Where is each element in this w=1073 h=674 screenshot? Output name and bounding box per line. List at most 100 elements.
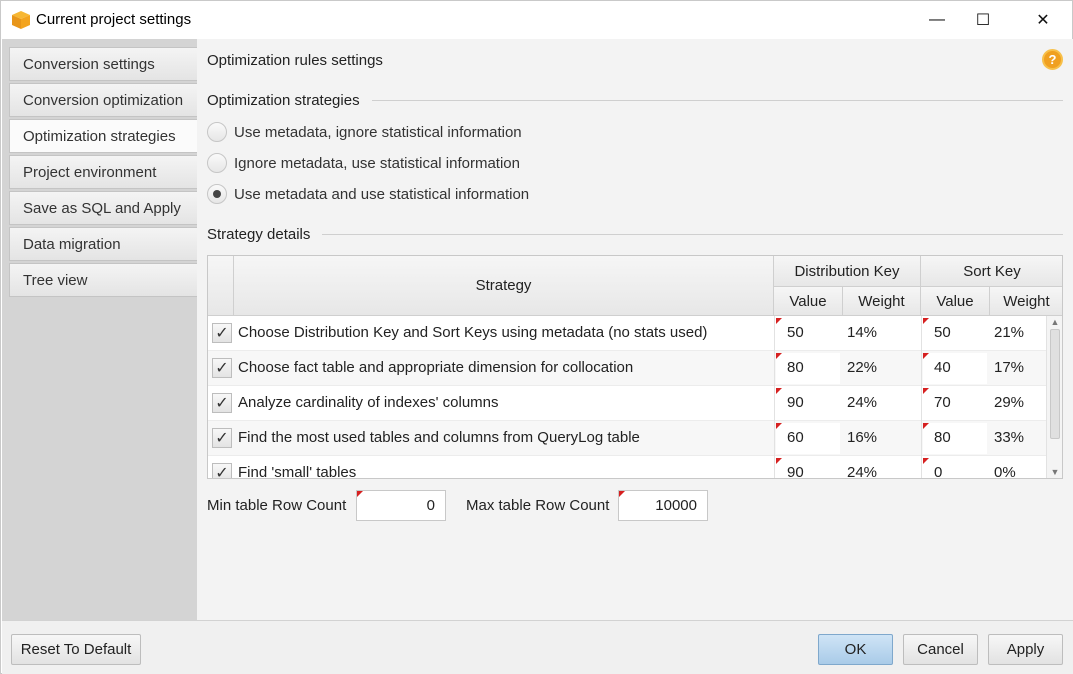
column-divider xyxy=(774,421,775,456)
sidebar-item-label: Save as SQL and Apply xyxy=(23,200,181,217)
radio-button[interactable] xyxy=(207,122,227,142)
sort-weight: 29% xyxy=(994,394,1025,411)
row-checkbox[interactable]: ✓ xyxy=(212,323,232,343)
dist-weight: 16% xyxy=(847,429,878,446)
sidebar-item-label: Conversion optimization xyxy=(23,92,184,109)
column-divider xyxy=(921,386,922,421)
maximize-icon: ☐ xyxy=(975,12,991,29)
maximize-button[interactable]: ☐ xyxy=(960,1,1006,39)
column-divider xyxy=(921,316,922,351)
column-divider xyxy=(921,351,922,386)
sort-value-input[interactable]: 70 xyxy=(923,388,987,419)
table-row[interactable]: ✓ Choose fact table and appropriate dime… xyxy=(208,351,1046,386)
row-checkbox[interactable]: ✓ xyxy=(212,428,232,448)
strategies-section-label: Optimization strategies xyxy=(207,92,372,109)
strategy-name: Choose Distribution Key and Sort Keys us… xyxy=(238,324,708,341)
radio-button[interactable] xyxy=(207,184,227,204)
settings-window: Current project settings — ☐ ✕ Conversio… xyxy=(0,0,1073,674)
sort-weight: 17% xyxy=(994,359,1025,376)
sidebar-item-data-migration[interactable]: Data migration xyxy=(9,227,197,261)
dist-value-input[interactable]: 90 xyxy=(776,388,840,419)
radio-button[interactable] xyxy=(207,153,227,173)
column-divider xyxy=(774,316,775,351)
sort-value-input[interactable]: 0 xyxy=(923,458,987,478)
row-checkbox[interactable]: ✓ xyxy=(212,463,232,478)
cancel-button[interactable]: Cancel xyxy=(903,634,978,665)
column-divider xyxy=(774,351,775,386)
dist-weight: 24% xyxy=(847,464,878,479)
section-divider xyxy=(207,234,1063,235)
table-row[interactable]: ✓ Choose Distribution Key and Sort Keys … xyxy=(208,316,1046,351)
sidebar-item-project-environment[interactable]: Project environment xyxy=(9,155,197,189)
help-icon[interactable]: ? xyxy=(1042,49,1063,70)
dist-weight: 14% xyxy=(847,324,878,341)
header-sort-value[interactable]: Value xyxy=(921,287,990,316)
radio-label: Use metadata and use statistical informa… xyxy=(234,185,530,203)
sort-weight: 33% xyxy=(994,429,1025,446)
column-divider xyxy=(921,456,922,478)
table-row[interactable]: ✓ Find the most used tables and columns … xyxy=(208,421,1046,456)
sidebar-item-label: Tree view xyxy=(23,272,88,289)
strategy-table: Strategy Distribution Key Sort Key Value… xyxy=(207,255,1063,479)
header-dist-weight[interactable]: Weight xyxy=(843,287,921,316)
sidebar-item-tree-view[interactable]: Tree view xyxy=(9,263,197,297)
minimize-icon: — xyxy=(929,11,945,28)
sort-weight: 0% xyxy=(994,464,1016,479)
header-dist-value[interactable]: Value xyxy=(774,287,843,316)
header-sort-key: Sort Key xyxy=(921,256,1062,287)
radio-label: Use metadata, ignore statistical informa… xyxy=(234,123,522,141)
row-checkbox[interactable]: ✓ xyxy=(212,393,232,413)
dist-value-input[interactable]: 90 xyxy=(776,458,840,478)
reset-to-default-button[interactable]: Reset To Default xyxy=(11,634,141,665)
dist-weight: 22% xyxy=(847,359,878,376)
table-row[interactable]: ✓ Analyze cardinality of indexes' column… xyxy=(208,386,1046,421)
radio-label: Ignore metadata, use statistical informa… xyxy=(234,154,520,172)
details-section-label: Strategy details xyxy=(207,226,323,243)
window-title: Current project settings xyxy=(36,11,192,28)
header-sort-weight[interactable]: Weight xyxy=(990,287,1062,316)
sort-value-input[interactable]: 80 xyxy=(923,423,987,454)
chevron-down-icon[interactable]: ▼ xyxy=(1047,466,1062,478)
sort-value-input[interactable]: 40 xyxy=(923,353,987,384)
dist-weight: 24% xyxy=(847,394,878,411)
sort-value-input[interactable]: 50 xyxy=(923,318,987,349)
title-bar: Current project settings — ☐ ✕ xyxy=(1,1,1072,39)
sidebar: Conversion settings Conversion optimizat… xyxy=(2,39,197,620)
sidebar-item-label: Data migration xyxy=(23,236,121,253)
row-checkbox[interactable]: ✓ xyxy=(212,358,232,378)
radio-option[interactable]: Use metadata, ignore statistical informa… xyxy=(207,121,522,143)
ok-button[interactable]: OK xyxy=(818,634,893,665)
sidebar-item-conversion-settings[interactable]: Conversion settings xyxy=(9,47,197,81)
strategy-name: Analyze cardinality of indexes' columns xyxy=(238,394,499,411)
radio-option[interactable]: Ignore metadata, use statistical informa… xyxy=(207,152,520,174)
min-row-count-input[interactable]: 0 xyxy=(356,490,446,521)
max-row-count-input[interactable]: 10000 xyxy=(618,490,708,521)
dist-value-input[interactable]: 50 xyxy=(776,318,840,349)
min-row-count-label: Min table Row Count xyxy=(207,497,347,514)
max-row-count-label: Max table Row Count xyxy=(466,497,610,514)
dist-value-input[interactable]: 80 xyxy=(776,353,840,384)
strategy-name: Find 'small' tables xyxy=(238,464,357,479)
column-divider xyxy=(774,456,775,478)
header-strategy[interactable]: Strategy xyxy=(234,256,774,316)
strategy-name: Choose fact table and appropriate dimens… xyxy=(238,359,634,376)
column-divider xyxy=(774,386,775,421)
column-divider xyxy=(921,421,922,456)
table-row[interactable]: ✓ Find 'small' tables 90 24% 0 0% xyxy=(208,456,1046,479)
scrollbar-thumb[interactable] xyxy=(1050,329,1060,439)
header-distribution-key: Distribution Key xyxy=(774,256,921,287)
sidebar-item-save-as-sql[interactable]: Save as SQL and Apply xyxy=(9,191,197,225)
sort-weight: 21% xyxy=(994,324,1025,341)
sidebar-item-conversion-optimization[interactable]: Conversion optimization xyxy=(9,83,197,117)
apply-button[interactable]: Apply xyxy=(988,634,1063,665)
sidebar-item-optimization-strategies[interactable]: Optimization strategies xyxy=(9,119,197,153)
chevron-up-icon[interactable]: ▲ xyxy=(1047,316,1062,328)
dist-value-input[interactable]: 60 xyxy=(776,423,840,454)
strategy-name: Find the most used tables and columns fr… xyxy=(238,429,640,446)
close-button[interactable]: ✕ xyxy=(1020,1,1066,39)
table-scrollbar[interactable]: ▲ ▼ xyxy=(1046,316,1062,478)
radio-option[interactable]: Use metadata and use statistical informa… xyxy=(207,183,529,205)
header-checkbox-column xyxy=(208,256,234,316)
close-icon: ✕ xyxy=(1036,12,1050,29)
minimize-button[interactable]: — xyxy=(914,1,960,39)
